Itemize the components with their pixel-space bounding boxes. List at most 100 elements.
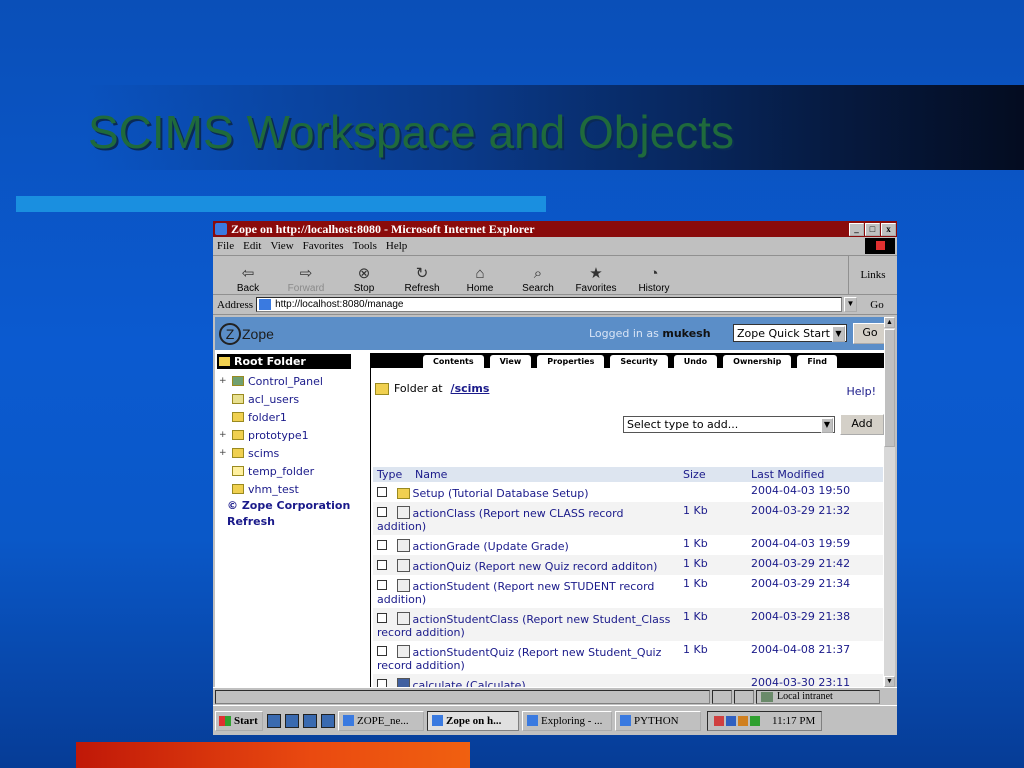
home-button[interactable]: ⌂ Home <box>451 258 509 294</box>
tab-contents[interactable]: Contents <box>423 355 484 368</box>
task-button-zope-on-h[interactable]: Zope on h... <box>427 710 519 731</box>
object-link[interactable]: calculate (Calculate) <box>413 679 526 687</box>
scroll-down-icon[interactable]: ▼ <box>884 676 895 687</box>
tab-properties[interactable]: Properties <box>537 355 605 368</box>
tab-ownership[interactable]: Ownership <box>723 355 792 368</box>
refresh-icon: ↻ <box>415 265 429 282</box>
row-checkbox[interactable] <box>377 580 387 590</box>
object-size: 1 Kb <box>683 643 708 656</box>
close-button[interactable]: x <box>881 222 896 236</box>
menu-help[interactable]: Help <box>386 240 407 252</box>
tree-item-vhm-test[interactable]: vhm_test <box>215 480 367 498</box>
chevron-down-icon[interactable]: ▼ <box>844 297 857 312</box>
expand-icon[interactable]: + <box>219 376 228 386</box>
maximize-button[interactable]: □ <box>865 222 880 236</box>
zope-corporation-link[interactable]: © Zope Corporation <box>227 499 367 512</box>
start-button[interactable]: Start <box>215 710 263 731</box>
scroll-thumb[interactable] <box>884 329 895 447</box>
tree-item-temp-folder[interactable]: temp_folder <box>215 462 367 480</box>
object-link[interactable]: Setup (Tutorial Database Setup) <box>413 487 589 500</box>
address-go-button[interactable]: Go <box>857 299 897 311</box>
expand-icon[interactable]: + <box>219 448 228 458</box>
stop-button[interactable]: ⊗ Stop <box>335 258 393 294</box>
tab-security[interactable]: Security <box>610 355 668 368</box>
forward-button[interactable]: ⇨ Forward <box>277 258 335 294</box>
quicklaunch-desktop-icon[interactable] <box>267 713 281 728</box>
column-size[interactable]: Size <box>679 467 747 482</box>
status-message <box>215 689 710 704</box>
tab-find[interactable]: Find <box>797 355 837 368</box>
add-button[interactable]: Add <box>840 414 884 435</box>
object-link[interactable]: actionClass (Report new CLASS record add… <box>377 507 623 533</box>
tray-app-icon[interactable] <box>714 715 724 726</box>
address-input[interactable]: http://localhost:8080/manage <box>256 297 842 312</box>
scroll-up-icon[interactable]: ▲ <box>884 317 895 328</box>
tree-item-acl-users[interactable]: acl_users <box>215 390 367 408</box>
object-link[interactable]: actionStudent (Report new STUDENT record… <box>377 580 654 606</box>
row-checkbox[interactable] <box>377 540 387 550</box>
column-name[interactable]: Name <box>411 467 679 482</box>
folder-path-link[interactable]: /scims <box>451 382 490 395</box>
minimize-button[interactable]: _ <box>849 222 864 236</box>
tray-monitor-icon[interactable] <box>750 715 760 726</box>
table-row: calculate (Calculate) 2004-03-30 23:11 <box>373 674 883 687</box>
folder-tree: + Control_Panel acl_users folder1 + prot… <box>215 372 367 498</box>
tab-view[interactable]: View <box>489 355 532 368</box>
tree-refresh-link[interactable]: Refresh <box>227 515 367 528</box>
object-link[interactable]: actionStudentClass (Report new Student_C… <box>377 613 670 639</box>
tray-network-icon[interactable] <box>726 715 736 726</box>
menu-view[interactable]: View <box>270 240 293 252</box>
object-link[interactable]: actionStudentQuiz (Report new Student_Qu… <box>377 646 661 672</box>
menu-file[interactable]: File <box>217 240 234 252</box>
row-checkbox[interactable] <box>377 646 387 656</box>
refresh-button[interactable]: ↻ Refresh <box>393 258 451 294</box>
tree-item-folder1[interactable]: folder1 <box>215 408 367 426</box>
search-button[interactable]: ⌕ Search <box>509 258 567 294</box>
chevron-down-icon: ▼ <box>821 418 833 433</box>
quicklaunch-ie-icon[interactable] <box>321 713 335 728</box>
quick-start-go-button[interactable]: Go <box>853 323 885 344</box>
task-button-python[interactable]: PYTHON <box>615 710 701 731</box>
menu-edit[interactable]: Edit <box>243 240 261 252</box>
quicklaunch-word-icon[interactable] <box>285 713 299 728</box>
row-checkbox[interactable] <box>377 560 387 570</box>
object-modified: 2004-04-08 21:37 <box>751 643 851 656</box>
table-header-row: Type Name Size Last Modified <box>373 467 883 482</box>
back-button[interactable]: ⇦ Back <box>219 258 277 294</box>
help-link[interactable]: Help! <box>847 385 877 398</box>
task-button-zope-ne[interactable]: ZOPE_ne... <box>338 710 424 731</box>
tree-item-control-panel[interactable]: + Control_Panel <box>215 372 367 390</box>
zope-logo[interactable]: Z Zope <box>219 322 274 345</box>
row-checkbox[interactable] <box>377 487 387 497</box>
favorites-button[interactable]: ★ Favorites <box>567 258 625 294</box>
management-pane: Contents View Properties Security Undo O… <box>370 353 885 687</box>
expand-icon[interactable]: + <box>219 430 228 440</box>
add-type-select[interactable]: Select type to add... ▼ <box>623 416 835 433</box>
object-link[interactable]: actionQuiz (Report new Quiz record addit… <box>413 560 658 573</box>
object-size: 1 Kb <box>683 577 708 590</box>
links-button[interactable]: Links <box>848 256 897 294</box>
root-folder-link[interactable]: Root Folder <box>217 354 351 369</box>
history-icon: ◔ <box>649 265 659 282</box>
row-checkbox[interactable] <box>377 507 387 517</box>
quicklaunch-app-icon[interactable] <box>303 713 317 728</box>
logged-in-user: mukesh <box>662 327 711 340</box>
column-type[interactable]: Type <box>373 467 411 482</box>
row-checkbox[interactable] <box>377 613 387 623</box>
row-checkbox[interactable] <box>377 679 387 687</box>
tree-item-scims[interactable]: + scims <box>215 444 367 462</box>
window-titlebar[interactable]: Zope on http://localhost:8080 - Microsof… <box>213 221 897 237</box>
temp-folder-icon <box>232 466 244 476</box>
task-button-exploring[interactable]: Exploring - ... <box>522 710 612 731</box>
column-last-modified[interactable]: Last Modified <box>747 467 883 482</box>
menu-tools[interactable]: Tools <box>353 240 377 252</box>
tab-undo[interactable]: Undo <box>673 355 718 368</box>
tree-item-prototype1[interactable]: + prototype1 <box>215 426 367 444</box>
stop-icon: ⊗ <box>357 265 371 282</box>
history-button[interactable]: ◔ History <box>625 258 683 294</box>
vertical-scrollbar[interactable]: ▲ ▼ <box>884 317 895 687</box>
object-link[interactable]: actionGrade (Update Grade) <box>413 540 569 553</box>
menu-favorites[interactable]: Favorites <box>303 240 344 252</box>
tray-volume-icon[interactable] <box>738 715 748 726</box>
quick-start-select[interactable]: Zope Quick Start ▼ <box>733 324 847 342</box>
